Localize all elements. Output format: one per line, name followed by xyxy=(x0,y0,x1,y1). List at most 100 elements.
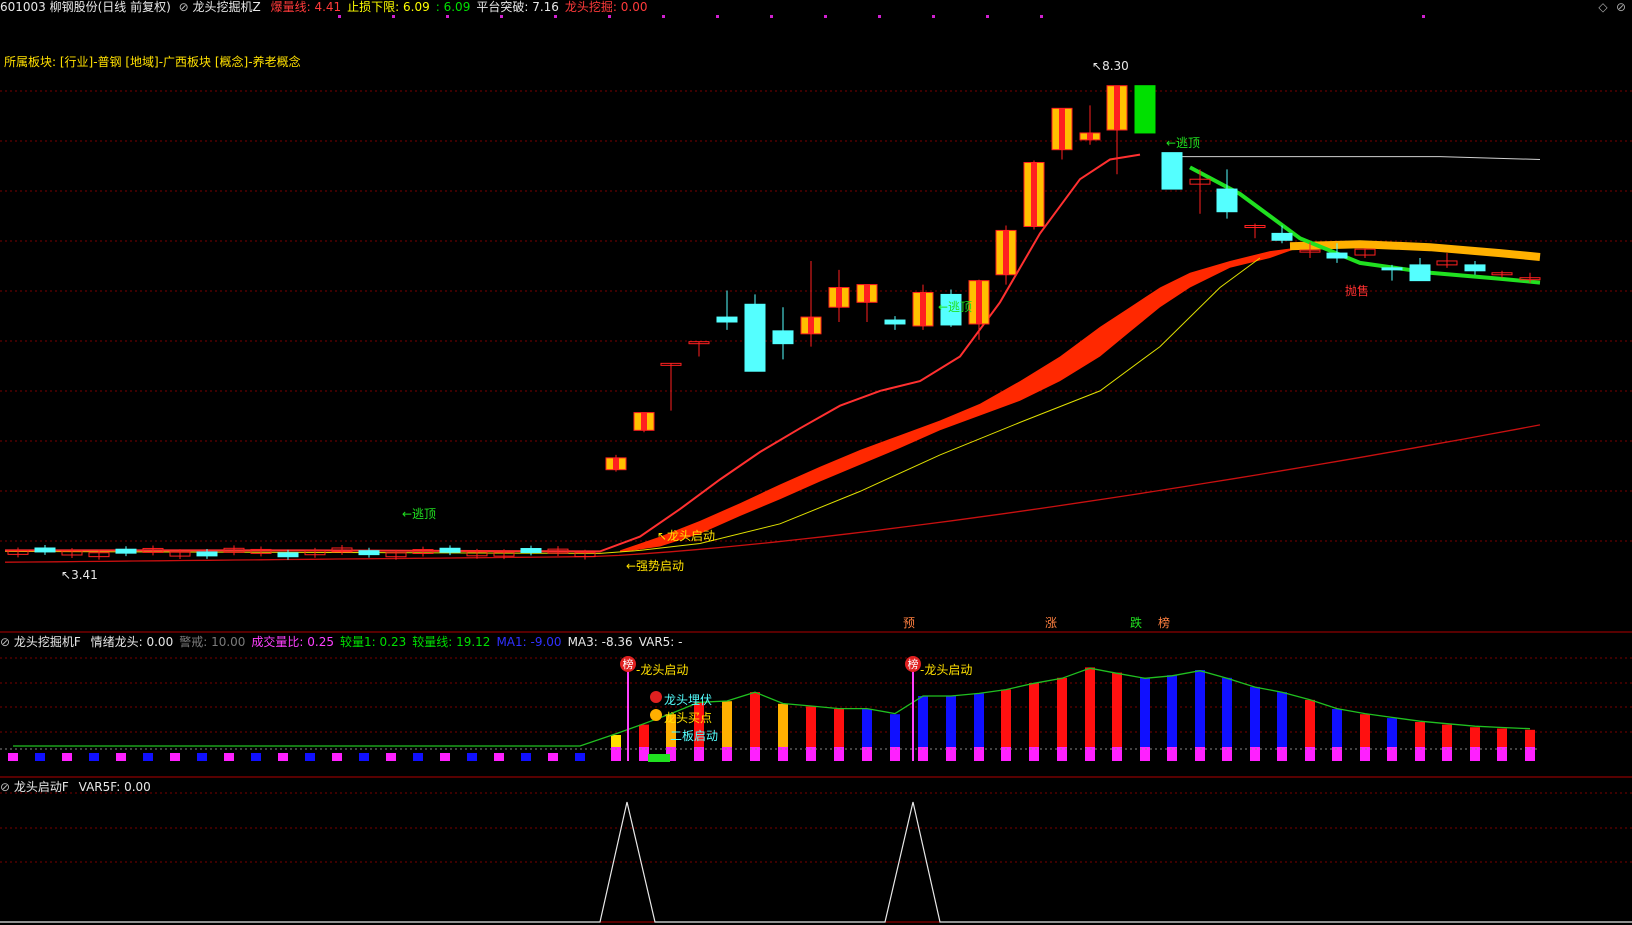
signal-dot xyxy=(662,15,665,18)
panel2-item: 成交量比: 0.25 xyxy=(251,635,334,649)
panel2-item-label: 较量线: xyxy=(412,635,457,649)
panel2-item-label: MA1: xyxy=(496,635,531,649)
volume-panel: 榜榜 xyxy=(0,656,1540,762)
candle-body xyxy=(1134,85,1156,134)
red-ma-line xyxy=(5,153,1141,553)
volume-bar xyxy=(35,753,45,761)
header-item-value: 7.16 xyxy=(532,0,559,14)
indicator-toggle-icon[interactable]: ⊘ xyxy=(179,0,189,14)
candle-body-core xyxy=(1114,85,1120,130)
yellow-ma-line xyxy=(4,257,1261,554)
stock-chart[interactable]: 榜榜 xyxy=(0,0,1632,925)
signal-dot xyxy=(878,15,881,18)
header-item-value: 6.09 xyxy=(403,0,430,14)
volume-bar xyxy=(197,753,207,761)
panel2-item-label: 成交量比: xyxy=(251,635,308,649)
volume-bar xyxy=(224,753,234,761)
diamond-icon[interactable]: ◇ xyxy=(1596,0,1610,14)
panel2-item-value: 0.00 xyxy=(146,635,174,649)
volume-bar xyxy=(8,753,18,761)
panel2-item: VAR5: - xyxy=(639,635,683,649)
candle-body xyxy=(277,552,299,558)
sell-label: 抛售 xyxy=(1345,284,1370,298)
candle-body-core xyxy=(1003,230,1009,275)
panel2-item: 警戒: 10.00 xyxy=(179,635,245,649)
panel2-item: 较量1: 0.23 xyxy=(340,635,406,649)
signal-dot xyxy=(392,15,395,18)
signal-dot xyxy=(500,15,503,18)
volume-bar xyxy=(143,753,153,761)
volume-bar xyxy=(575,753,585,761)
candle-body xyxy=(1161,152,1183,190)
panel2-item: MA3: -8.36 xyxy=(568,635,633,649)
header-bar: 601003 柳钢股份(日线 前复权) ⊘ 龙头挖掘机Z 爆量线: 4.41 止损… xyxy=(0,0,647,14)
candle-body xyxy=(1216,188,1238,213)
candle-body-core xyxy=(836,287,842,308)
panel2-item-label: 较量1: xyxy=(340,635,380,649)
signal-dot xyxy=(716,15,719,18)
volume-bar xyxy=(170,753,180,761)
candle-body xyxy=(439,547,461,553)
panel3-name[interactable]: 龙头启动F xyxy=(14,780,69,794)
price-high-label: ↖8.30 xyxy=(1092,59,1129,73)
panel2-item: 情绪龙头: 0.00 xyxy=(91,635,174,649)
marker-bang: 榜 xyxy=(1158,616,1171,630)
volume-bar xyxy=(1085,667,1095,761)
panel2-items: 情绪龙头: 0.00 警戒: 10.00 成交量比: 0.25 较量1: 0.23 较量… xyxy=(85,635,683,649)
volume-bar xyxy=(413,753,423,761)
trend-ribbon xyxy=(620,247,1300,553)
panel2-name[interactable]: 龙头挖掘机F xyxy=(14,635,81,649)
panel2-item-value: 0.25 xyxy=(307,635,334,649)
settings-icon[interactable]: ⊘ xyxy=(1614,0,1628,14)
candle-body xyxy=(196,551,218,557)
indicator-name[interactable]: 龙头挖掘机Z xyxy=(193,0,261,14)
panel2-ambush-label: 龙头埋伏 xyxy=(664,693,713,707)
panel2-toggle-icon[interactable]: ⊘ xyxy=(0,635,10,649)
panel2-item: MA1: -9.00 xyxy=(496,635,561,649)
signal-dot xyxy=(986,15,989,18)
ambush-icon xyxy=(650,691,662,703)
marker-yu: 预 xyxy=(903,616,916,630)
volume-bar xyxy=(332,753,342,761)
candle-body xyxy=(34,547,56,553)
volume-bar xyxy=(440,753,450,761)
panel2-start-label-1: -龙头启动 xyxy=(636,663,689,677)
header-item-label: : xyxy=(435,0,444,14)
panel2-item-label: 情绪龙头: xyxy=(90,635,147,649)
signal-dot xyxy=(446,15,449,18)
panel3-item: VAR5F: 0.00 xyxy=(79,780,151,794)
candle-body-core xyxy=(1059,108,1065,150)
panel2-second-board-label: 二板启动 xyxy=(670,729,719,743)
volume-bar xyxy=(521,753,531,761)
signal-badge-text: 榜 xyxy=(908,657,919,671)
panel2-item-label: 警戒: xyxy=(179,635,212,649)
header-item-value: 4.41 xyxy=(314,0,342,14)
panel2-item-value: 0.23 xyxy=(379,635,407,649)
panel3-item-label: VAR5F: xyxy=(78,780,125,794)
candle-body-core xyxy=(1031,162,1037,227)
volume-bar xyxy=(359,753,369,761)
breakout-label: ←强势启动 xyxy=(626,559,685,573)
candle-body xyxy=(744,303,766,372)
header-item: 止损下限: 6.09 xyxy=(347,0,430,14)
buy-point-icon xyxy=(650,709,662,721)
escape-top-label-1: ←逃顶 xyxy=(402,507,437,521)
volume-bar xyxy=(494,753,504,761)
volume-bar xyxy=(467,753,477,761)
green-ma-line xyxy=(1189,165,1541,285)
panel2-item-value: 10.00 xyxy=(211,635,246,649)
stock-code-name: 601003 柳钢股份(日线 前复权) xyxy=(0,0,171,14)
volume-bar xyxy=(278,753,288,761)
signal-dot xyxy=(554,15,557,18)
candle-body xyxy=(358,550,380,556)
candle-body xyxy=(716,316,738,323)
panel2-item-value: - xyxy=(678,635,683,649)
panel2-item: 较量线: 19.12 xyxy=(412,635,490,649)
volume-bar xyxy=(62,753,72,761)
platform-line xyxy=(1175,156,1541,160)
candle-body-core xyxy=(976,280,982,324)
header-item: : 6.09 xyxy=(436,0,471,14)
panel3-toggle-icon[interactable]: ⊘ xyxy=(0,780,10,794)
candle-body xyxy=(1409,264,1431,282)
panel2-item-label: MA3: xyxy=(567,635,602,649)
